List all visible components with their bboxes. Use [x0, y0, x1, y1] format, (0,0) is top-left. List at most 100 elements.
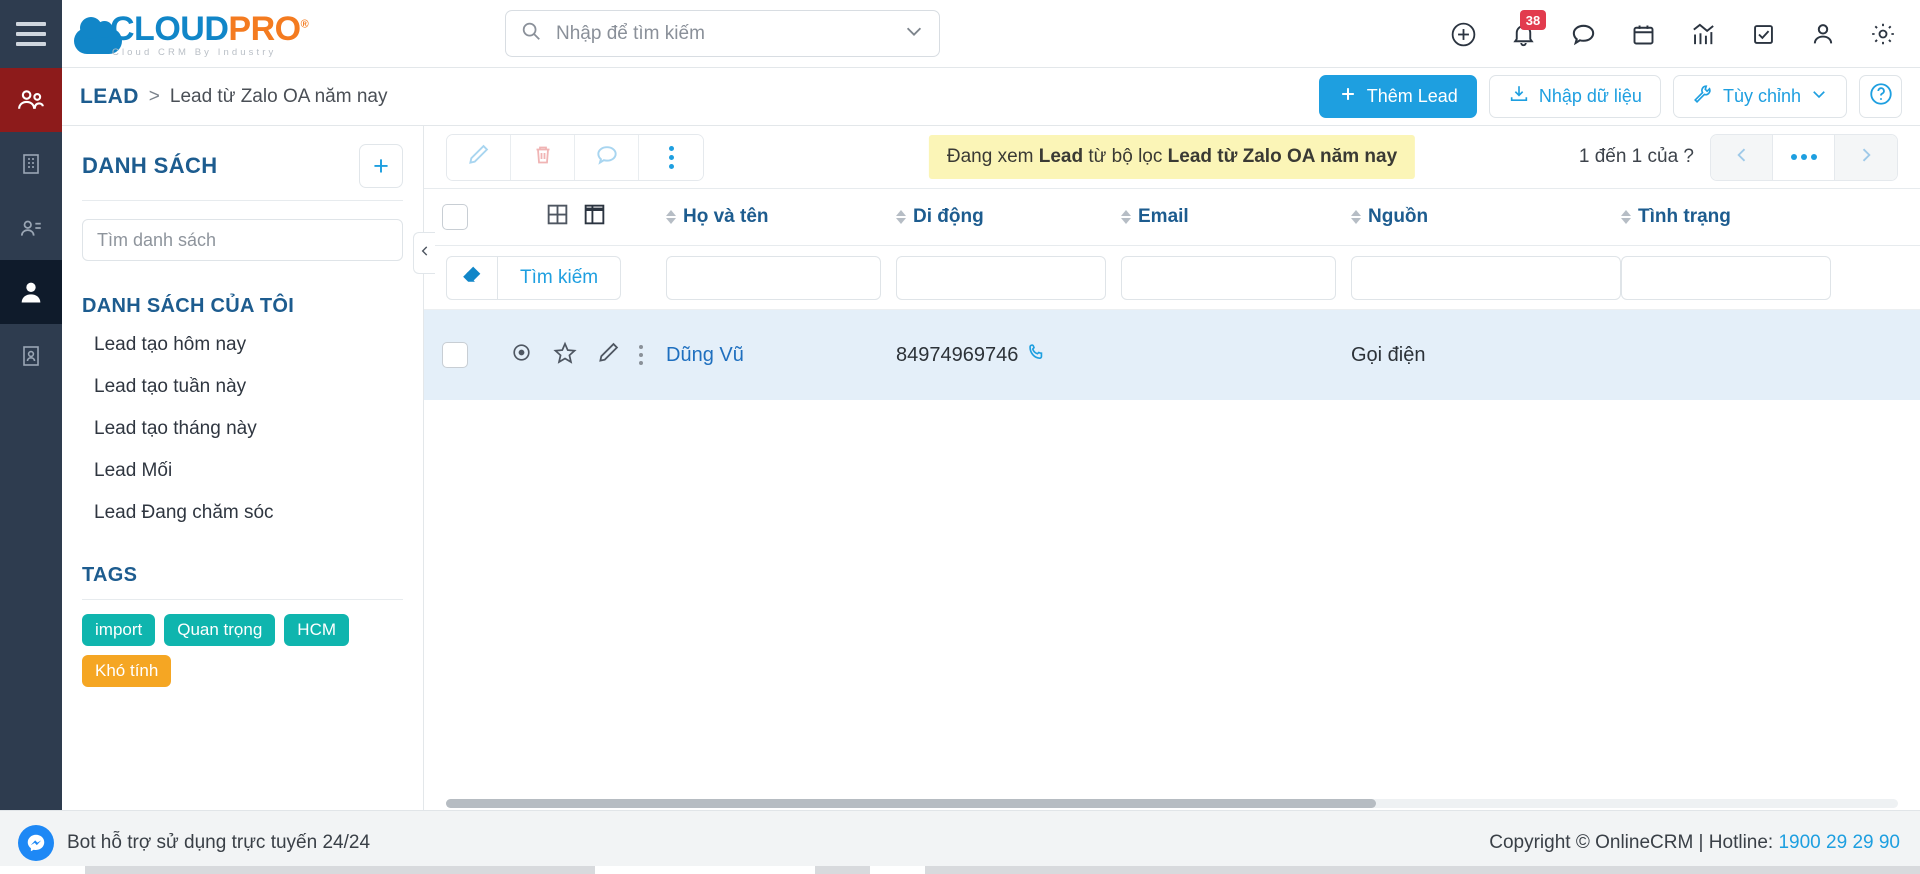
sidebar-rail-contacts[interactable]: [0, 196, 62, 260]
column-label-name: Họ và tên: [683, 206, 769, 227]
lead-name-link[interactable]: Dũng Vũ: [666, 344, 744, 367]
hamburger-icon: [16, 22, 46, 46]
column-header-mobile[interactable]: Di động: [896, 206, 1121, 228]
customize-button[interactable]: Tùy chỉnh: [1672, 75, 1847, 118]
column-label-mobile: Di động: [913, 206, 984, 227]
divider: [82, 599, 403, 600]
my-lists-heading: DANH SÁCH CỦA TÔI: [82, 295, 295, 317]
select-all-checkbox[interactable]: [442, 204, 468, 230]
pagination-summary: 1 đến 1 của ?: [1578, 146, 1694, 167]
filter-input-name[interactable]: [666, 255, 881, 300]
grid-toolbar: Đang xem Lead từ bộ lọc Lead từ Zalo OA …: [424, 126, 1920, 188]
filter-search-label: Tìm kiếm: [520, 266, 599, 288]
filter-input-source[interactable]: [1351, 255, 1621, 300]
list-panel-header: DANH SÁCH +: [62, 126, 423, 200]
more-vertical-icon[interactable]: [639, 345, 643, 365]
filter-action-cell: Tìm kiếm: [424, 255, 666, 300]
hamburger-menu-button[interactable]: [0, 0, 62, 68]
list-item-lead-this-week[interactable]: Lead tạo tuần này: [62, 366, 423, 408]
column-header-email[interactable]: Email: [1121, 206, 1351, 228]
horizontal-scrollbar[interactable]: [424, 797, 1920, 810]
tag-hcm[interactable]: HCM: [284, 614, 350, 646]
calendar-icon[interactable]: [1628, 19, 1658, 49]
filter-cell-email: [1121, 255, 1351, 300]
pagination-next-button[interactable]: [1835, 134, 1897, 180]
person-lines-icon: [18, 215, 44, 241]
tags-heading: TAGS: [82, 564, 138, 586]
import-data-label: Nhập dữ liệu: [1538, 86, 1642, 106]
add-list-button[interactable]: +: [359, 144, 403, 188]
user-icon[interactable]: [1808, 19, 1838, 49]
pagination-prev-button[interactable]: [1711, 134, 1773, 180]
ellipsis-icon: [1790, 154, 1817, 160]
checkbox-icon[interactable]: [1748, 19, 1778, 49]
filter-input-status[interactable]: [1621, 255, 1831, 300]
bell-icon[interactable]: 38: [1508, 10, 1546, 49]
import-data-button[interactable]: Nhập dữ liệu: [1488, 75, 1661, 118]
top-header-bar: CLOUDPRO® Cloud CRM By Industry Nhập để …: [62, 0, 1920, 68]
grid-view-icon[interactable]: [545, 202, 570, 232]
global-search-input[interactable]: Nhập để tìm kiếm: [505, 10, 940, 57]
sidebar-rail-report[interactable]: [0, 324, 62, 388]
plus-icon: [1338, 84, 1358, 109]
logo-word-cloud: CLOUD: [110, 9, 229, 48]
list-search-placeholder: Tìm danh sách: [97, 229, 217, 250]
tag-kho-tinh[interactable]: Khó tính: [82, 655, 172, 687]
gear-icon[interactable]: [1868, 19, 1898, 49]
tag-import[interactable]: import: [82, 614, 156, 646]
sidebar-rail-lead[interactable]: [0, 260, 62, 324]
filter-cell-name: [666, 255, 896, 300]
support-bot-block[interactable]: Bot hỗ trợ sử dụng trực tuyến 24/24: [18, 824, 370, 861]
collapse-sidebar-handle[interactable]: [413, 232, 435, 274]
list-item-lead-new[interactable]: Lead Mối: [62, 450, 423, 492]
chat-bubble-icon[interactable]: [1568, 19, 1598, 49]
taskbar-segment: [925, 866, 1920, 874]
cloudpro-logo[interactable]: CLOUDPRO® Cloud CRM By Industry: [74, 9, 309, 58]
tag-quan-trong[interactable]: Quan trọng: [164, 614, 276, 646]
add-circle-icon[interactable]: [1448, 19, 1478, 49]
eraser-icon: [460, 263, 484, 292]
table-row[interactable]: Dũng Vũ 84974969746 Gọi điện: [424, 310, 1920, 400]
sort-arrows-icon: [896, 210, 906, 224]
scrollbar-thumb[interactable]: [446, 799, 1376, 808]
eye-view-icon[interactable]: [509, 340, 534, 370]
hotline-number[interactable]: 1900 29 29 90: [1778, 832, 1900, 853]
bulk-comment-button[interactable]: [575, 134, 639, 180]
search-icon: [520, 20, 542, 47]
row-select-cell: [424, 342, 486, 368]
list-item-lead-this-month[interactable]: Lead tạo tháng này: [62, 408, 423, 450]
bulk-delete-button[interactable]: [511, 134, 575, 180]
phone-call-icon[interactable]: [1027, 342, 1048, 368]
view-mode-cell: [486, 202, 666, 232]
column-header-status[interactable]: Tình trạng: [1621, 206, 1861, 228]
filter-input-mobile[interactable]: [896, 255, 1106, 300]
add-lead-button[interactable]: Thêm Lead: [1318, 75, 1477, 118]
sidebar-rail-company[interactable]: [0, 132, 62, 196]
split-view-icon[interactable]: [582, 202, 607, 232]
wrench-icon: [1692, 83, 1714, 110]
column-header-name[interactable]: Họ và tên: [666, 206, 896, 228]
list-item-lead-nurturing[interactable]: Lead Đang chăm sóc: [62, 492, 423, 534]
list-item-lead-today[interactable]: Lead tạo hôm nay: [62, 324, 423, 366]
bulk-edit-button[interactable]: [447, 134, 511, 180]
more-vertical-icon: [668, 145, 674, 169]
more-actions-button[interactable]: [639, 134, 703, 180]
clear-filters-button[interactable]: [446, 255, 498, 300]
chart-icon[interactable]: [1688, 19, 1718, 49]
sidebar-rail-users[interactable]: [0, 68, 62, 132]
chevron-down-icon[interactable]: [903, 20, 925, 47]
pagination-more-button[interactable]: [1773, 134, 1835, 180]
view-mode-group: [545, 202, 607, 232]
edit-pencil-icon[interactable]: [596, 340, 621, 370]
list-search-input[interactable]: Tìm danh sách: [82, 219, 403, 261]
breadcrumb-root[interactable]: LEAD: [80, 85, 139, 109]
filter-input-email[interactable]: [1121, 255, 1336, 300]
filter-cell-status: [1621, 255, 1861, 300]
star-icon[interactable]: [552, 340, 578, 371]
table-header-row: Họ và tên Di động Email Nguồn Tình trạng: [424, 188, 1920, 246]
row-checkbox[interactable]: [442, 342, 468, 368]
list-sidebar-panel: DANH SÁCH + Tìm danh sách DANH SÁCH CỦA …: [62, 126, 424, 810]
help-button[interactable]: [1859, 75, 1902, 118]
filter-search-button[interactable]: Tìm kiếm: [498, 255, 622, 300]
column-header-source[interactable]: Nguồn: [1351, 206, 1621, 228]
